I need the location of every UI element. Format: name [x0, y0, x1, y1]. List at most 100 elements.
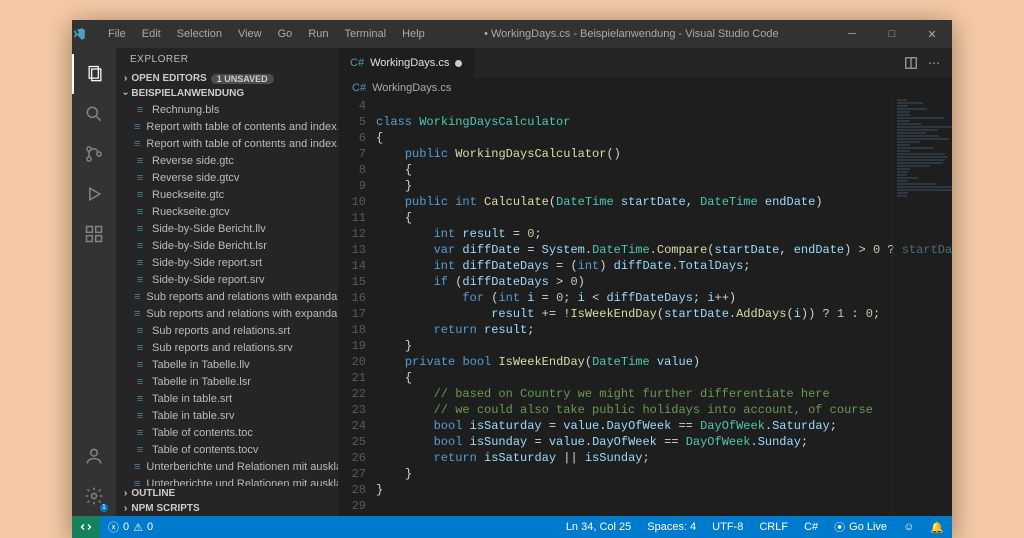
language-mode[interactable]: C#	[796, 521, 826, 533]
close-button[interactable]: ✕	[912, 23, 952, 46]
file-item[interactable]: ≡Rueckseite.gtc	[116, 186, 338, 203]
file-label: Sub reports and relations.srt	[152, 325, 290, 337]
code-line[interactable]: private bool IsWeekEndDay(DateTime value…	[376, 354, 952, 370]
code-line[interactable]: }	[376, 338, 952, 354]
minimap[interactable]	[892, 98, 952, 516]
file-item[interactable]: ≡Side-by-Side report.srt	[116, 254, 338, 271]
code-line[interactable]: // based on Country we might further dif…	[376, 386, 952, 402]
file-item[interactable]: ≡Sub reports and relations.srv	[116, 339, 338, 356]
code-line[interactable]: }	[376, 178, 952, 194]
account-icon[interactable]	[72, 436, 116, 476]
code-line[interactable]	[376, 498, 952, 514]
file-item[interactable]: ≡Reverse side.gtc	[116, 152, 338, 169]
tab-label: WorkingDays.cs	[370, 57, 449, 69]
eol[interactable]: CRLF	[751, 521, 796, 533]
file-item[interactable]: ≡Table in table.srv	[116, 407, 338, 424]
menu-edit[interactable]: Edit	[136, 24, 167, 44]
code-line[interactable]: {	[376, 162, 952, 178]
file-label: Side-by-Side Bericht.llv	[152, 223, 266, 235]
code-line[interactable]: return result;	[376, 322, 952, 338]
file-item[interactable]: ≡Report with table of contents and index…	[116, 135, 338, 152]
file-item[interactable]: ≡Reverse side.gtcv	[116, 169, 338, 186]
menu-file[interactable]: File	[102, 24, 132, 44]
file-item[interactable]: ≡Sub reports and relations with expandab…	[116, 305, 338, 322]
encoding[interactable]: UTF-8	[704, 521, 751, 533]
file-item[interactable]: ≡Rueckseite.gtcv	[116, 203, 338, 220]
menu-view[interactable]: View	[232, 24, 268, 44]
code-line[interactable]: static void Main()	[376, 514, 952, 516]
code-line[interactable]	[376, 98, 952, 114]
code-line[interactable]: if (diffDateDays > 0)	[376, 274, 952, 290]
menu-selection[interactable]: Selection	[171, 24, 228, 44]
tab-workingdays[interactable]: C# WorkingDays.cs	[338, 48, 475, 78]
file-item[interactable]: ≡Table in table.srt	[116, 390, 338, 407]
cursor-position[interactable]: Ln 34, Col 25	[558, 521, 639, 533]
menu-help[interactable]: Help	[396, 24, 431, 44]
folder-name: BEISPIELANWENDUNG	[131, 88, 244, 99]
code-line[interactable]: public WorkingDaysCalculator()	[376, 146, 952, 162]
code-area[interactable]: 4567891011121314151617181920212223242526…	[338, 98, 952, 516]
outline-header[interactable]: › OUTLINE	[116, 486, 338, 501]
gear-icon[interactable]: 1	[72, 476, 116, 516]
extensions-icon[interactable]	[72, 214, 116, 254]
file-item[interactable]: ≡Side-by-Side Bericht.llv	[116, 220, 338, 237]
npm-scripts-header[interactable]: › NPM SCRIPTS	[116, 501, 338, 516]
code-line[interactable]: public int Calculate(DateTime startDate,…	[376, 194, 952, 210]
file-item[interactable]: ≡Side-by-Side report.srv	[116, 271, 338, 288]
file-item[interactable]: ≡Table of contents.toc	[116, 424, 338, 441]
problems-button[interactable]: ⓧ0 ⚠0	[100, 519, 161, 535]
search-icon[interactable]	[72, 94, 116, 134]
npm-label: NPM SCRIPTS	[131, 503, 199, 514]
go-live-button[interactable]: ⦿Go Live	[826, 519, 895, 535]
code-line[interactable]: }	[376, 482, 952, 498]
code-line[interactable]: return isSaturday || isSunday;	[376, 450, 952, 466]
more-icon[interactable]: ⋯	[928, 56, 940, 70]
debug-icon[interactable]	[72, 174, 116, 214]
file-item[interactable]: ≡Unterberichte und Relationen mit auskla…	[116, 458, 338, 475]
vscode-window: FileEditSelectionViewGoRunTerminalHelp •…	[72, 20, 952, 538]
file-item[interactable]: ≡Rechnung.bls	[116, 101, 338, 118]
code-line[interactable]: {	[376, 210, 952, 226]
menu-terminal[interactable]: Terminal	[339, 24, 393, 44]
code-line[interactable]: for (int i = 0; i < diffDateDays; i++)	[376, 290, 952, 306]
code-line[interactable]: var diffDate = System.DateTime.Compare(s…	[376, 242, 952, 258]
code-line[interactable]: class WorkingDaysCalculator	[376, 114, 952, 130]
menu-run[interactable]: Run	[302, 24, 334, 44]
file-label: Rueckseite.gtc	[152, 189, 224, 201]
code-line[interactable]: bool isSunday = value.DayOfWeek == DayOf…	[376, 434, 952, 450]
code-line[interactable]: int diffDateDays = (int) diffDate.TotalD…	[376, 258, 952, 274]
code-line[interactable]: {	[376, 370, 952, 386]
remote-indicator[interactable]	[72, 516, 100, 538]
notifications-icon[interactable]: 🔔	[922, 521, 952, 534]
error-count: 0	[123, 521, 129, 533]
open-editors-label: OPEN EDITORS	[131, 73, 206, 84]
maximize-button[interactable]: □	[872, 23, 912, 46]
code-line[interactable]: int result = 0;	[376, 226, 952, 242]
open-editors-header[interactable]: › OPEN EDITORS 1 UNSAVED	[116, 71, 338, 86]
feedback-icon[interactable]: ☺	[895, 521, 922, 533]
split-editor-icon[interactable]	[904, 56, 918, 70]
code-line[interactable]: }	[376, 466, 952, 482]
code-line[interactable]: bool isSaturday = value.DayOfWeek == Day…	[376, 418, 952, 434]
breadcrumb[interactable]: C# WorkingDays.cs	[338, 78, 952, 98]
file-icon: ≡	[134, 121, 140, 133]
scm-icon[interactable]	[72, 134, 116, 174]
file-item[interactable]: ≡Report with table of contents and index…	[116, 118, 338, 135]
code-line[interactable]: {	[376, 130, 952, 146]
file-item[interactable]: ≡Unterberichte und Relationen mit auskla…	[116, 475, 338, 486]
file-item[interactable]: ≡Side-by-Side Bericht.lsr	[116, 237, 338, 254]
code-content[interactable]: class WorkingDaysCalculator{ public Work…	[376, 98, 952, 516]
code-line[interactable]: // we could also take public holidays in…	[376, 402, 952, 418]
minimize-button[interactable]: ─	[832, 23, 872, 46]
tab-bar: C# WorkingDays.cs ⋯	[338, 48, 952, 78]
indentation[interactable]: Spaces: 4	[639, 521, 704, 533]
file-item[interactable]: ≡Tabelle in Tabelle.lsr	[116, 373, 338, 390]
file-item[interactable]: ≡Sub reports and relations.srt	[116, 322, 338, 339]
file-item[interactable]: ≡Sub reports and relations with expandab…	[116, 288, 338, 305]
file-item[interactable]: ≡Table of contents.tocv	[116, 441, 338, 458]
folder-header[interactable]: › BEISPIELANWENDUNG	[116, 86, 338, 101]
file-item[interactable]: ≡Tabelle in Tabelle.llv	[116, 356, 338, 373]
code-line[interactable]: result += !IsWeekEndDay(startDate.AddDay…	[376, 306, 952, 322]
menu-go[interactable]: Go	[272, 24, 299, 44]
explorer-icon[interactable]	[72, 54, 116, 94]
